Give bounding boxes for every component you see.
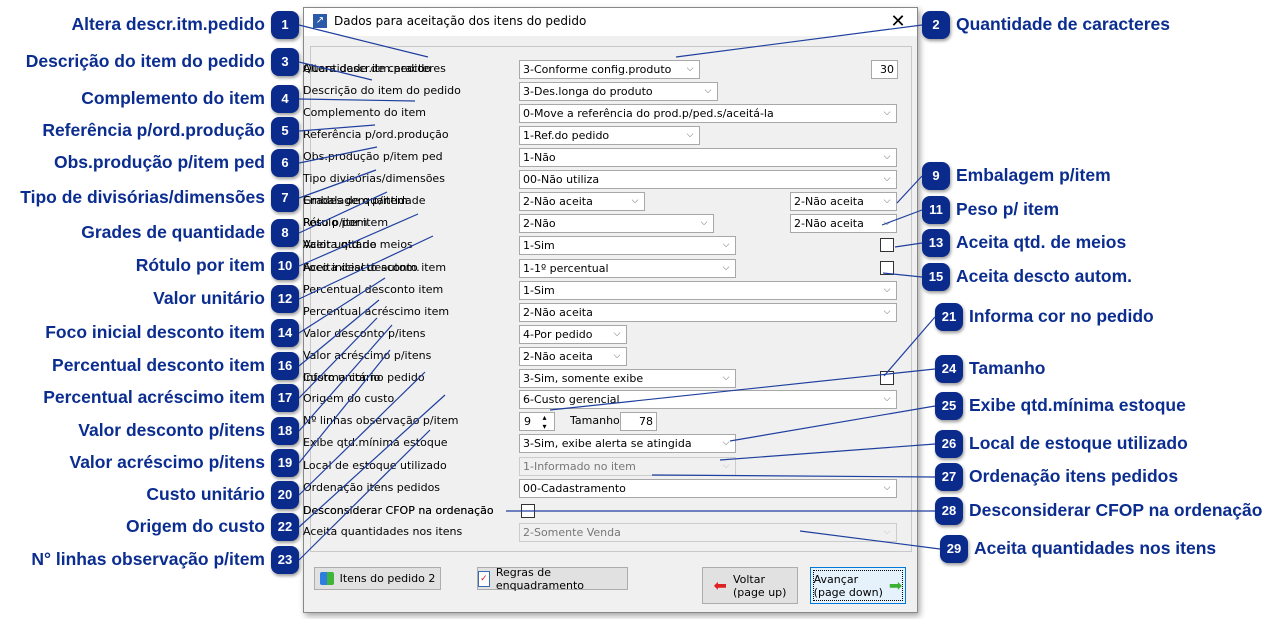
leader-line bbox=[298, 24, 429, 58]
leader-line bbox=[298, 213, 419, 267]
leader-line bbox=[882, 272, 923, 278]
leader-line bbox=[298, 169, 377, 199]
leader-line bbox=[298, 191, 388, 234]
leader-line bbox=[799, 530, 941, 550]
leader-line bbox=[298, 299, 380, 367]
callout-leader-lines bbox=[298, 24, 941, 561]
leader-line bbox=[729, 405, 936, 442]
leader-line bbox=[298, 324, 393, 432]
leader-line bbox=[896, 175, 923, 204]
leader-line bbox=[881, 209, 923, 226]
leader-line bbox=[894, 242, 923, 248]
leader-line bbox=[719, 443, 936, 461]
leader-line bbox=[298, 429, 431, 561]
leader-line bbox=[298, 98, 416, 102]
leader-line bbox=[298, 146, 378, 164]
leader-line bbox=[675, 24, 923, 58]
leader-line bbox=[298, 371, 426, 496]
leader-line bbox=[549, 368, 936, 411]
leader-line bbox=[651, 474, 936, 478]
leader-line bbox=[883, 316, 936, 377]
leader-line bbox=[298, 349, 391, 464]
leader-line bbox=[298, 124, 376, 132]
leader-line bbox=[298, 61, 373, 81]
leader-line bbox=[298, 394, 446, 528]
